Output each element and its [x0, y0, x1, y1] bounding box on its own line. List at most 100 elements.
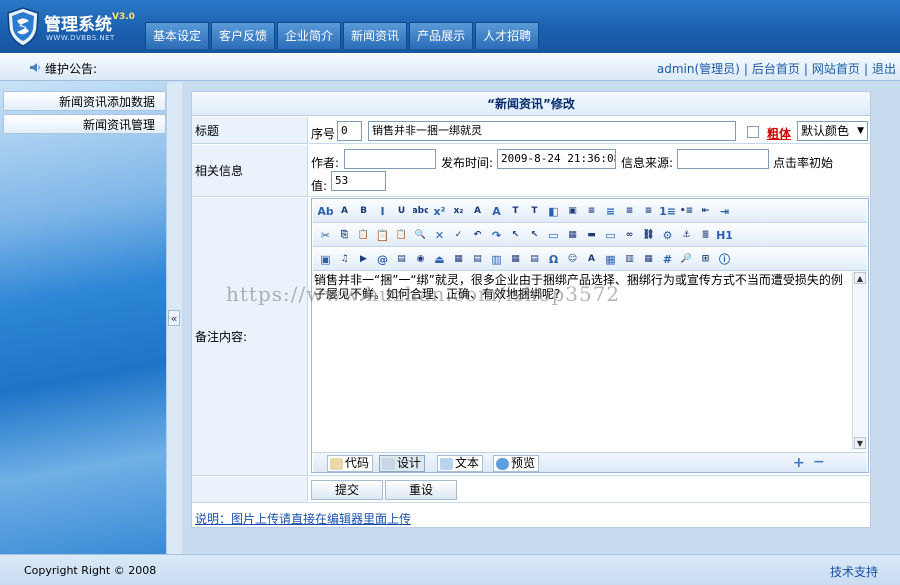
toolbar_row3-tool-6-icon[interactable]: ⏏	[431, 251, 448, 268]
toolbar_row3-tool-18-icon[interactable]: #	[659, 251, 676, 268]
toolbar_row1-tool-4-icon[interactable]: U	[393, 203, 410, 220]
toolbar_row2-tool-5-icon[interactable]: 🔍	[412, 227, 429, 244]
toolbar_row3-tool-19-icon[interactable]: 🔎	[678, 251, 695, 268]
seq-input[interactable]: 0	[337, 121, 362, 141]
scroll-up-icon[interactable]: ▲	[854, 272, 866, 284]
reset-button[interactable]: 重设	[385, 480, 457, 500]
toolbar_row3-tool-21-icon[interactable]: ⓘ	[716, 251, 733, 268]
toolbar_row3-tool-17-icon[interactable]: ▦	[640, 251, 657, 268]
source-input[interactable]	[677, 149, 769, 169]
toolbar_row2-tool-10-icon[interactable]: ↖	[507, 227, 524, 244]
toolbar_row3-tool-4-icon[interactable]: ▤	[393, 251, 410, 268]
bold-checkbox[interactable]	[747, 126, 759, 138]
tab-text[interactable]: 文本	[437, 455, 484, 472]
tab-design[interactable]: 设计	[379, 455, 426, 472]
toolbar_row2-tool-0-icon[interactable]: ✂	[317, 227, 334, 244]
editor-content-area[interactable]: 销售并非一“捆”一“绑”就灵，很多企业由于捆绑产品选择、捆绑行为或宣传方式不当而…	[313, 271, 854, 450]
toolbar_row1-tool-1-icon[interactable]: A	[336, 203, 353, 220]
tech-support-link[interactable]: 技术支持	[830, 563, 878, 580]
toolbar_row3-tool-0-icon[interactable]: ▣	[317, 251, 334, 268]
toolbar_row3-tool-7-icon[interactable]: ▦	[450, 251, 467, 268]
tab-code[interactable]: 代码	[327, 455, 374, 472]
toolbar_row3-tool-16-icon[interactable]: ▥	[621, 251, 638, 268]
tab-preview[interactable]: 预览	[493, 455, 540, 472]
editor-scrollbar[interactable]: ▲ ▼	[852, 271, 867, 450]
toolbar_row1-tool-11-icon[interactable]: T	[526, 203, 543, 220]
scroll-down-icon[interactable]: ▼	[854, 437, 866, 449]
logout-link[interactable]: 退出	[872, 62, 896, 76]
toolbar_row1-tool-8-icon[interactable]: A	[469, 203, 486, 220]
site-home-link[interactable]: 网站首页	[812, 62, 860, 76]
author-input[interactable]	[344, 149, 436, 169]
toolbar_row3-tool-11-icon[interactable]: ▤	[526, 251, 543, 268]
toolbar_row2-tool-3-icon[interactable]: 📋	[374, 227, 391, 244]
toolbar_row2-tool-18-icon[interactable]: ⚙	[659, 227, 676, 244]
toolbar_row2-tool-20-icon[interactable]: ≣	[697, 227, 714, 244]
color-select[interactable]: 默认颜色 ▼	[797, 121, 868, 141]
toolbar_row1-tool-12-icon[interactable]: ◧	[545, 203, 562, 220]
toolbar_row3-tool-5-icon[interactable]: ◉	[412, 251, 429, 268]
title-input[interactable]: 销售并非一捆一绑就灵	[368, 121, 736, 141]
toolbar_row3-tool-8-icon[interactable]: ▤	[469, 251, 486, 268]
admin-user-link[interactable]: admin(管理员)	[657, 62, 740, 76]
nav-tab-recruitment[interactable]: 人才招聘	[475, 22, 540, 49]
toolbar_row2-tool-16-icon[interactable]: ∞	[621, 227, 638, 244]
toolbar_row3-tool-20-icon[interactable]: ⊞	[697, 251, 714, 268]
toolbar_row2-tool-19-icon[interactable]: ⚓	[678, 227, 695, 244]
toolbar_row2-tool-1-icon[interactable]: ⎘	[336, 227, 353, 244]
toolbar_row1-tool-2-icon[interactable]: B	[355, 203, 372, 220]
submit-button[interactable]: 提交	[311, 480, 383, 500]
toolbar_row1-tool-7-icon[interactable]: x₂	[450, 203, 467, 220]
toolbar_row1-tool-15-icon[interactable]: ≡	[602, 203, 619, 220]
sidebar-item-add-news[interactable]: 新闻资讯添加数据	[3, 91, 166, 111]
toolbar_row1-tool-18-icon[interactable]: 1≡	[659, 203, 676, 220]
toolbar_row3-tool-13-icon[interactable]: ☺	[564, 251, 581, 268]
toolbar_row2-tool-17-icon[interactable]: ⛓	[640, 227, 657, 244]
toolbar_row3-tool-14-icon[interactable]: A	[583, 251, 600, 268]
toolbar_row1-tool-6-icon[interactable]: x²	[431, 203, 448, 220]
collapse-sidebar-button[interactable]: «	[168, 310, 180, 326]
toolbar_row2-tool-2-icon[interactable]: 📋	[355, 227, 372, 244]
enlarge-editor-icon[interactable]: +	[793, 455, 805, 471]
nav-tab-customer-feedback[interactable]: 客户反馈	[211, 22, 276, 49]
toolbar_row1-tool-17-icon[interactable]: ≡	[640, 203, 657, 220]
publish-time-input[interactable]: 2009-8-24 21:36:08	[497, 149, 616, 169]
toolbar_row2-tool-6-icon[interactable]: ✕	[431, 227, 448, 244]
sidebar-item-manage-news[interactable]: 新闻资讯管理	[3, 114, 166, 134]
toolbar_row2-tool-8-icon[interactable]: ↶	[469, 227, 486, 244]
toolbar_row1-tool-5-icon[interactable]: abc	[412, 203, 429, 220]
toolbar_row1-tool-3-icon[interactable]: I	[374, 203, 391, 220]
toolbar_row3-tool-15-icon[interactable]: ▦	[602, 251, 619, 268]
toolbar_row1-tool-16-icon[interactable]: ≡	[621, 203, 638, 220]
toolbar_row1-tool-9-icon[interactable]: A	[488, 203, 505, 220]
toolbar_row3-tool-3-icon[interactable]: @	[374, 251, 391, 268]
toolbar_row3-tool-1-icon[interactable]: ♫	[336, 251, 353, 268]
nav-tab-news[interactable]: 新闻资讯	[343, 22, 408, 49]
toolbar_row3-tool-10-icon[interactable]: ▦	[507, 251, 524, 268]
toolbar_row1-tool-10-icon[interactable]: T	[507, 203, 524, 220]
upload-note-link[interactable]: 说明：图片上传请直接在编辑器里面上传	[195, 510, 411, 527]
toolbar_row2-tool-12-icon[interactable]: ▭	[545, 227, 562, 244]
toolbar_row2-tool-9-icon[interactable]: ↷	[488, 227, 505, 244]
backend-home-link[interactable]: 后台首页	[752, 62, 800, 76]
toolbar_row2-tool-15-icon[interactable]: ▭	[602, 227, 619, 244]
toolbar_row1-tool-13-icon[interactable]: ▣	[564, 203, 581, 220]
toolbar_row2-tool-11-icon[interactable]: ↖	[526, 227, 543, 244]
nav-tab-basic-settings[interactable]: 基本设定	[145, 22, 210, 49]
toolbar_row1-tool-20-icon[interactable]: ⇤	[697, 203, 714, 220]
toolbar_row1-tool-0-icon[interactable]: Ab	[317, 203, 334, 220]
toolbar_row3-tool-12-icon[interactable]: Ω	[545, 251, 562, 268]
clicks-input[interactable]: 53	[331, 171, 386, 191]
toolbar_row1-tool-14-icon[interactable]: ≡	[583, 203, 600, 220]
toolbar_row3-tool-9-icon[interactable]: ▥	[488, 251, 505, 268]
toolbar_row2-tool-7-icon[interactable]: ✓	[450, 227, 467, 244]
nav-tab-company-intro[interactable]: 企业简介	[277, 22, 342, 49]
shrink-editor-icon[interactable]: −	[813, 454, 825, 470]
toolbar_row2-tool-14-icon[interactable]: ▬	[583, 227, 600, 244]
toolbar_row1-tool-21-icon[interactable]: ⇥	[716, 203, 733, 220]
toolbar_row2-tool-4-icon[interactable]: 📋	[393, 227, 410, 244]
toolbar_row2-tool-21-icon[interactable]: H1	[716, 227, 733, 244]
nav-tab-products[interactable]: 产品展示	[409, 22, 474, 49]
toolbar_row3-tool-2-icon[interactable]: ▶	[355, 251, 372, 268]
toolbar_row1-tool-19-icon[interactable]: •≡	[678, 203, 695, 220]
